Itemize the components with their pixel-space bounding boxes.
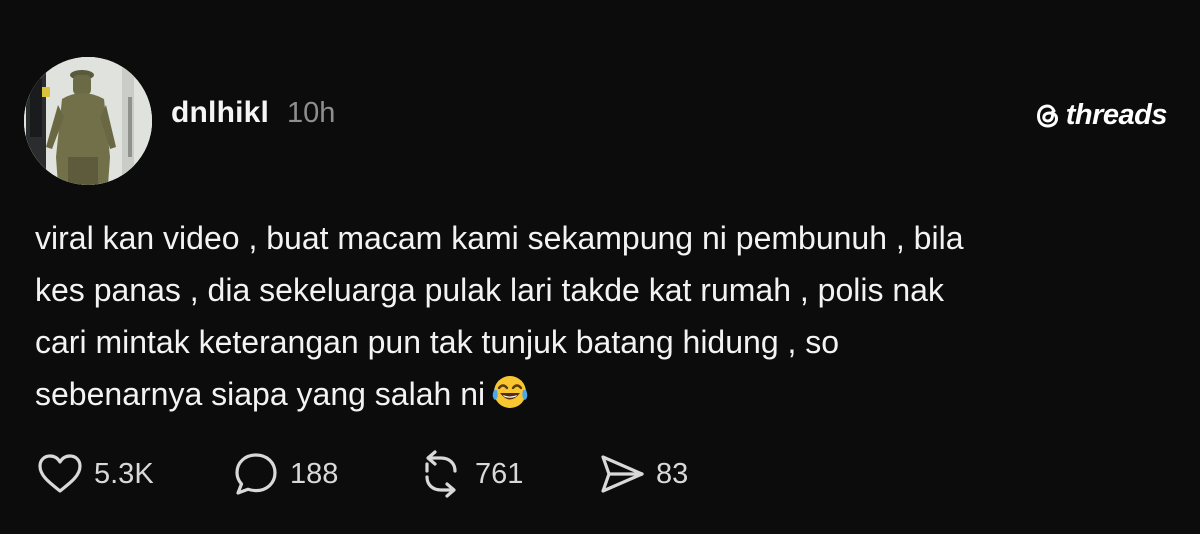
brand-wordmark: threads xyxy=(1065,99,1168,131)
heart-icon xyxy=(38,454,82,493)
reply-button[interactable]: 188 xyxy=(232,450,338,498)
post-text-segment: sebenarnya siapa yang salah ni xyxy=(35,376,486,412)
threads-brand: threads xyxy=(1034,99,1168,132)
post-text-line: kes panas , dia sekeluarga pulak lari ta… xyxy=(35,272,944,308)
username[interactable]: dnlhikl xyxy=(171,96,269,130)
post-body: viral kan video , buat macam kami sekamp… xyxy=(35,212,1155,426)
share-count: 83 xyxy=(656,457,689,490)
threads-logo-icon xyxy=(1036,103,1058,128)
repost-arrows-icon xyxy=(425,450,457,498)
post-text-line: cari mintak keterangan pun tak tunjuk ba… xyxy=(35,324,840,360)
post-text-line-last: sebenarnya siapa yang salah ni xyxy=(35,368,1155,426)
avatar-image xyxy=(24,57,152,185)
avatar[interactable] xyxy=(24,57,152,185)
repost-count: 761 xyxy=(475,457,524,490)
post-timestamp: 10h xyxy=(287,97,336,129)
repost-button[interactable]: 761 xyxy=(417,450,523,498)
speech-bubble-icon xyxy=(235,453,277,495)
like-button[interactable]: 5.3K xyxy=(36,450,154,498)
send-icon xyxy=(601,455,644,493)
like-count: 5.3K xyxy=(94,457,154,490)
threads-post: dnlhikl 10h threads viral kan video , bu… xyxy=(0,0,1200,534)
post-text-line: viral kan video , buat macam kami sekamp… xyxy=(35,220,964,256)
share-button[interactable]: 83 xyxy=(598,450,688,498)
face-with-tears-of-joy-icon xyxy=(491,373,529,426)
reply-count: 188 xyxy=(290,457,339,490)
